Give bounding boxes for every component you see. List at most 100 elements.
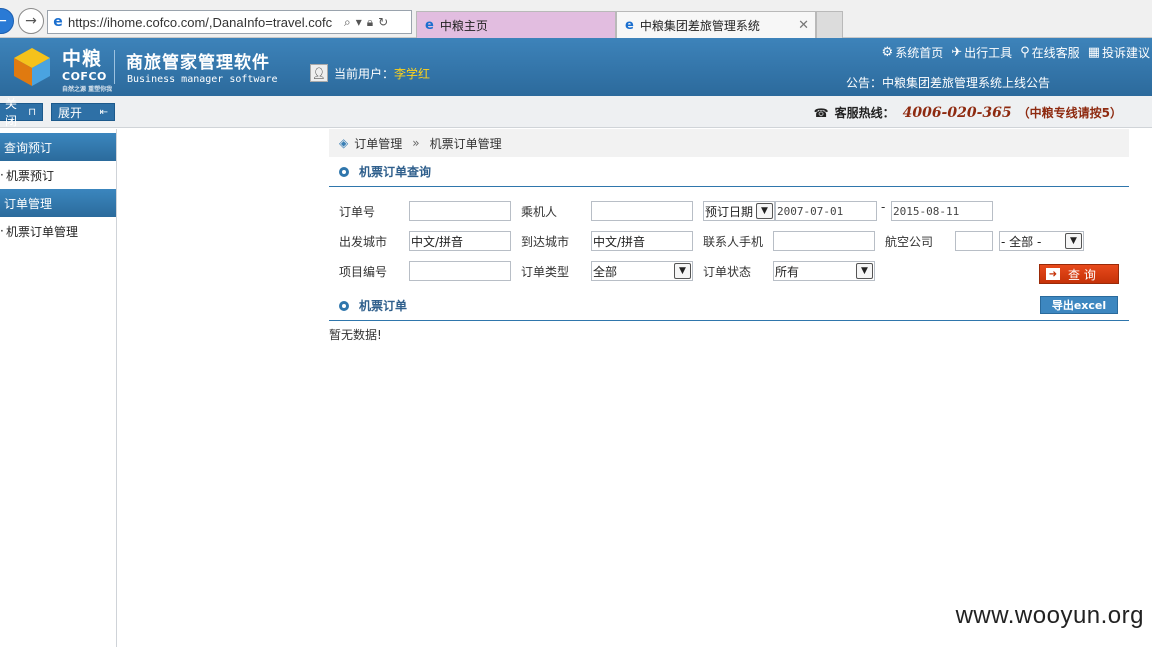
ring-icon xyxy=(339,300,349,311)
search-label: 查 询 xyxy=(1068,267,1096,282)
logo-slogan: 自然之源 重塑你我 xyxy=(62,86,113,93)
breadcrumb: ◈ 订单管理 » 机票订单管理 xyxy=(329,129,1129,157)
order-type-label: 订单类型 xyxy=(521,265,570,279)
main-content: ◈ 订单管理 » 机票订单管理 机票订单查询 订单号 乘机人 预订日期 ▼ 20… xyxy=(329,129,1129,343)
order-status-select[interactable]: 所有 ▼ xyxy=(773,261,875,281)
airline-code-input[interactable] xyxy=(955,231,993,251)
search-icon[interactable]: ⌕ xyxy=(344,15,351,30)
cofco-logo-icon xyxy=(14,48,50,86)
toolbar-row: 关闭 ⊓ 展开 ⇤ ☎ 客服热线： 4006-020-365 （中粮专线请按5） xyxy=(0,96,1152,128)
collapse-button[interactable]: 关闭 ⊓ xyxy=(0,97,43,128)
enter-icon: ➜ xyxy=(1046,268,1060,280)
empty-message: 暂无数据! xyxy=(329,328,382,342)
home-link[interactable]: ⚙ 系统首页 xyxy=(882,44,944,61)
tab-label: 中粮集团差旅管理系统 xyxy=(639,18,760,33)
date-dash: - xyxy=(881,200,886,214)
top-links: ⚙ 系统首页 ✈ 出行工具 ⚲ 在线客服 ▦ 投诉建议 xyxy=(882,44,1150,61)
logo-text: 中粮 COFCO 自然之源 重塑你我 xyxy=(62,44,112,93)
order-status-value: 所有 xyxy=(775,264,800,279)
dep-city-input[interactable]: 中文/拼音 xyxy=(409,231,511,251)
user-name: 李学红 xyxy=(394,66,431,81)
current-user: 👤︎ 当前用户： 李学红 xyxy=(310,64,430,82)
date-from-input[interactable]: 2007-07-01 xyxy=(775,201,877,221)
address-bar[interactable]: e https://ihome.cofco.com/,DanaInfo=trav… xyxy=(47,10,412,34)
ie-icon: e xyxy=(425,17,434,33)
passenger-input[interactable] xyxy=(591,201,693,221)
sidebar-item-flight-booking[interactable]: · 机票预订 xyxy=(0,161,116,189)
order-status-label: 订单状态 xyxy=(703,265,752,279)
sidebar-group-orders[interactable]: 订单管理 xyxy=(0,189,116,217)
search-button[interactable]: ➜ 查 询 xyxy=(1039,264,1119,284)
breadcrumb-icon: ◈ xyxy=(339,136,349,150)
date-type-select[interactable]: 预订日期 ▼ xyxy=(703,201,775,221)
sidebar-item-label: 机票订单管理 xyxy=(6,224,79,239)
sidebar-item-flight-orders[interactable]: · 机票订单管理 xyxy=(0,217,116,245)
airline-label: 航空公司 xyxy=(885,235,934,249)
arr-city-label: 到达城市 xyxy=(521,235,570,249)
divider xyxy=(114,50,115,84)
watermark: www.wooyun.org xyxy=(955,602,1144,629)
refresh-icon[interactable]: ↻ xyxy=(378,15,388,30)
order-no-label: 订单号 xyxy=(339,205,376,219)
dropdown-icon[interactable]: ▾ xyxy=(356,15,362,30)
pin-icon: ⊓ xyxy=(28,106,36,118)
date-to-input[interactable]: 2015-08-11 xyxy=(891,201,993,221)
link-label: 在线客服 xyxy=(1031,46,1080,60)
brand-name: 商旅管家管理软件 xyxy=(126,53,270,73)
arr-city-input[interactable]: 中文/拼音 xyxy=(591,231,693,251)
user-icon: 👤︎ xyxy=(310,64,328,82)
link-label: 出行工具 xyxy=(964,46,1013,60)
lock-icon[interactable]: 🔒︎ xyxy=(367,15,373,30)
tab-cofco-home[interactable]: e 中粮主页 xyxy=(416,11,616,38)
sidebar: 查询预订 · 机票预订 订单管理 · 机票订单管理 xyxy=(0,129,117,647)
query-section-title: 机票订单查询 xyxy=(329,157,1129,187)
ring-icon xyxy=(339,166,349,177)
breadcrumb-root[interactable]: 订单管理 xyxy=(354,135,402,152)
online-service-link[interactable]: ⚲ 在线客服 xyxy=(1020,44,1080,61)
hotline-note: （中粮专线请按5） xyxy=(1017,106,1122,120)
order-type-value: 全部 xyxy=(593,264,618,279)
logo-cn: 中粮 xyxy=(62,48,103,70)
contact-phone-input[interactable] xyxy=(773,231,875,251)
new-tab-button[interactable] xyxy=(816,11,843,38)
pin-icon: ⇤ xyxy=(99,106,108,118)
expand-button[interactable]: 展开 ⇤ xyxy=(51,103,115,121)
query-form: 订单号 乘机人 预订日期 ▼ 2007-07-01 - 2015-08-11 出… xyxy=(329,187,1129,291)
breadcrumb-current: 机票订单管理 xyxy=(429,136,502,151)
close-icon[interactable]: ✕ xyxy=(798,18,809,33)
chevron-down-icon: ▼ xyxy=(674,263,691,279)
project-no-label: 项目编号 xyxy=(339,265,388,279)
collapse-label: 关闭 xyxy=(5,97,18,128)
passenger-label: 乘机人 xyxy=(521,205,558,219)
ie-icon: e xyxy=(625,17,634,33)
export-excel-button[interactable]: 导出excel xyxy=(1040,296,1118,314)
chevron-down-icon: ▼ xyxy=(756,203,773,219)
order-no-input[interactable] xyxy=(409,201,511,221)
dep-city-label: 出发城市 xyxy=(339,235,388,249)
hotline: ☎ 客服热线： 4006-020-365 （中粮专线请按5） xyxy=(814,104,1122,121)
travel-tools-link[interactable]: ✈ 出行工具 xyxy=(951,44,1012,61)
forward-arrow-icon: → xyxy=(25,13,37,29)
ie-icon: e xyxy=(53,14,63,30)
project-no-input[interactable] xyxy=(409,261,511,281)
link-label: 投诉建议 xyxy=(1101,46,1150,60)
airline-select[interactable]: - 全部 - ▼ xyxy=(999,231,1084,251)
announcement[interactable]: 公告：中粮集团差旅管理系统上线公告 xyxy=(846,74,1050,91)
back-button[interactable]: ← xyxy=(0,8,14,34)
contact-phone-label: 联系人手机 xyxy=(703,235,764,249)
chevron-down-icon: ▼ xyxy=(1065,233,1082,249)
sidebar-group-query[interactable]: 查询预订 xyxy=(0,133,116,161)
url-text[interactable]: https://ihome.cofco.com/,DanaInfo=travel… xyxy=(68,15,340,30)
tools-icon: ✈ xyxy=(951,45,963,60)
app-header: 中粮 COFCO 自然之源 重塑你我 商旅管家管理软件 Business man… xyxy=(0,38,1152,96)
hotline-number: 4006-020-365 xyxy=(902,104,1012,121)
expand-label: 展开 xyxy=(58,105,83,120)
phone-icon: ☎ xyxy=(813,105,829,120)
order-type-select[interactable]: 全部 ▼ xyxy=(591,261,693,281)
sidebar-item-label: 机票预订 xyxy=(6,168,55,183)
feedback-link[interactable]: ▦ 投诉建议 xyxy=(1088,44,1150,61)
date-type-value: 预订日期 xyxy=(705,204,754,219)
tab-travel-system[interactable]: e 中粮集团差旅管理系统 ✕ xyxy=(616,11,816,38)
forward-button[interactable]: → xyxy=(18,8,44,34)
query-title: 机票订单查询 xyxy=(359,165,432,179)
